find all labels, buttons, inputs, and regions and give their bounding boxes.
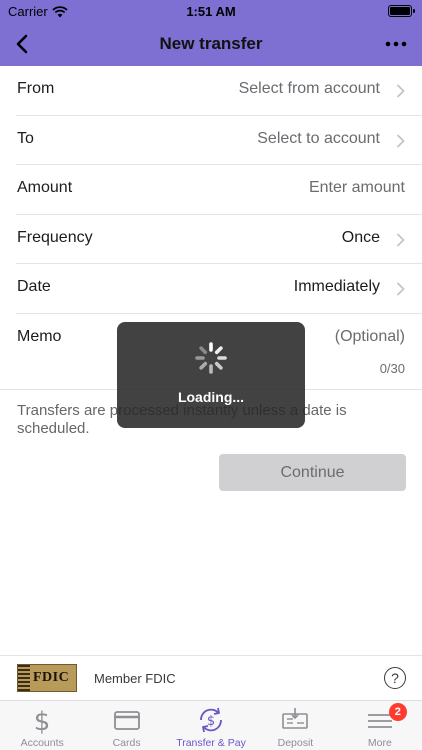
tab-label: Cards [112,737,141,749]
to-label: To [17,129,34,147]
frequency-value[interactable]: Once [342,229,380,247]
loading-text: Loading... [177,389,245,405]
svg-text:$: $ [207,714,215,729]
tab-label: Transfer & Pay [176,737,246,749]
memo-char-count: 0/30 [379,360,405,376]
date-label: Date [17,278,51,295]
tab-deposit[interactable]: Deposit [253,701,337,750]
frequency-row[interactable]: Frequency Once [0,215,422,264]
fdic-logo-text: FDIC [33,670,70,685]
memo-input[interactable]: (Optional) [335,328,405,346]
tab-label: More [367,737,392,749]
continue-button[interactable]: Continue [219,454,406,491]
member-fdic-text: Member FDIC [94,671,176,686]
chevron-right-icon [397,282,405,296]
amount-label: Amount [17,179,73,196]
help-icon[interactable]: ? [384,667,406,689]
amount-row[interactable]: Amount Enter amount [0,165,422,215]
amount-input[interactable]: Enter amount [309,179,405,197]
tab-accounts[interactable]: $ Accounts [0,701,84,750]
clock: 1:51 AM [186,4,236,19]
header: Carrier 1:51 AM New transfer [0,0,422,66]
card-icon [113,711,140,730]
tab-transfer-pay[interactable]: $ Transfer & Pay [169,701,253,750]
from-value[interactable]: Select from account [239,80,380,98]
tab-label: Deposit [277,737,314,749]
check-deposit-icon [282,708,309,729]
date-row[interactable]: Date Immediately [0,264,422,314]
memo-label: Memo [17,327,62,345]
to-row[interactable]: To Select to account [0,116,422,165]
page-title: New transfer [159,34,263,53]
to-value[interactable]: Select to account [257,130,380,148]
loading-overlay: Loading... [117,322,305,428]
more-button[interactable] [382,30,410,58]
fdic-bar: FDIC Member FDIC ? [0,655,422,700]
frequency-label: Frequency [17,228,93,246]
chevron-right-icon [397,233,405,246]
tab-cards[interactable]: Cards [84,701,168,750]
notification-badge: 2 [388,703,407,721]
chevron-right-icon [397,134,405,147]
from-row[interactable]: From Select from account [0,66,422,116]
chevron-right-icon [397,84,405,98]
back-button[interactable] [10,30,38,58]
nav-bar: New transfer [0,22,422,66]
dollar-icon: $ [34,707,51,734]
spinner-icon [195,342,227,374]
svg-text:$: $ [34,707,51,734]
tab-more[interactable]: More 2 [338,701,422,750]
date-value[interactable]: Immediately [294,278,380,296]
tab-bar: $ Accounts Cards $ Transfer & Pay Deposi… [0,700,422,750]
status-bar: Carrier 1:51 AM [0,0,422,22]
tab-label: Accounts [20,737,64,749]
transfer-icon: $ [200,707,222,733]
from-label: From [17,80,55,97]
fdic-logo: FDIC [17,664,77,692]
battery-icon [388,5,415,17]
